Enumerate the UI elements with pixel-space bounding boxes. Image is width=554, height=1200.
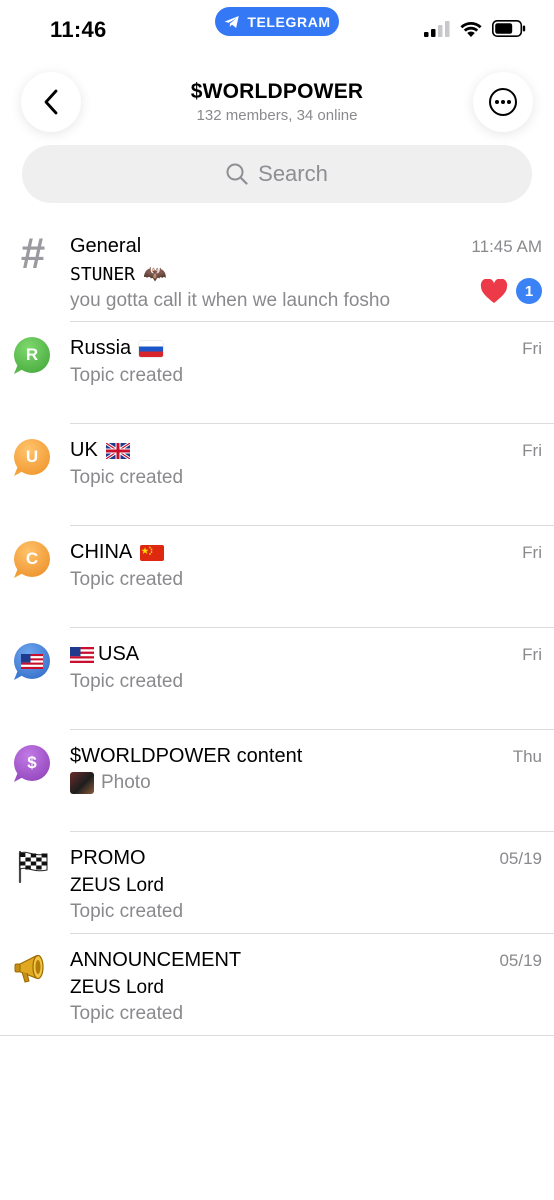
topic-preview: Topic created xyxy=(70,467,184,488)
cellular-signal-icon xyxy=(424,20,450,37)
topic-title: General xyxy=(70,235,142,257)
topic-preview: Topic created xyxy=(70,671,184,692)
megaphone-icon xyxy=(13,948,53,988)
status-time: 11:46 xyxy=(50,17,107,42)
unread-indicators: 1 xyxy=(480,278,542,304)
topic-title: Russia xyxy=(70,337,132,359)
topic-list: # General 11:45 AM 𝚂𝚃𝚄𝙽𝙴𝚁 🦇 you gotta ca… xyxy=(0,220,554,1036)
topic-preview: Topic created xyxy=(70,569,184,590)
topic-title: PROMO xyxy=(70,847,146,869)
topic-row-announcement[interactable]: ANNOUNCEMENT 05/19 ZEUS Lord Topic creat… xyxy=(0,934,554,1036)
topic-row-china[interactable]: C CHINA Fri Topic created xyxy=(0,526,554,628)
topic-row-general[interactable]: # General 11:45 AM 𝚂𝚃𝚄𝙽𝙴𝚁 🦇 you gotta ca… xyxy=(0,220,554,322)
topic-time: Fri xyxy=(522,339,542,358)
photo-thumbnail xyxy=(70,772,94,794)
topic-preview: Photo xyxy=(101,772,151,793)
topic-bubble-icon: U xyxy=(13,438,53,478)
ellipsis-circle-icon xyxy=(489,88,517,116)
search-input[interactable]: Search xyxy=(22,145,532,203)
topic-row-worldpower-content[interactable]: $ $WORLDPOWER content Thu Photo xyxy=(0,730,554,832)
topic-row-promo[interactable]: PROMO 05/19 ZEUS Lord Topic created xyxy=(0,832,554,934)
topic-bubble-icon: R xyxy=(13,336,53,376)
topic-bubble-icon: $ xyxy=(13,744,53,784)
topic-preview: Topic created xyxy=(70,1003,184,1024)
hashtag-icon: # xyxy=(20,229,46,278)
divider xyxy=(0,1035,554,1036)
topic-time: 11:45 AM xyxy=(471,237,542,256)
topic-time: Thu xyxy=(512,747,542,766)
checkered-flag-icon xyxy=(13,846,53,886)
topic-bubble-icon xyxy=(13,642,53,682)
topic-sender: 𝚂𝚃𝚄𝙽𝙴𝚁 xyxy=(70,263,136,285)
topic-title: UK xyxy=(70,439,98,461)
bat-emoji: 🦇 xyxy=(143,264,167,285)
battery-icon xyxy=(492,20,526,37)
topic-letter: C xyxy=(14,541,50,577)
us-flag-icon xyxy=(21,653,43,669)
us-flag-icon xyxy=(70,646,94,663)
topic-letter: U xyxy=(14,439,50,475)
russia-flag-icon xyxy=(139,340,164,357)
topic-row-russia[interactable]: R Russia Fri Topic created xyxy=(0,322,554,424)
status-bar: 11:46 TELEGRAM xyxy=(0,0,554,56)
topic-sender: ZEUS Lord xyxy=(70,977,164,998)
telegram-pill-label: TELEGRAM xyxy=(247,13,331,30)
unread-badge: 1 xyxy=(516,278,542,304)
topic-preview: Topic created xyxy=(70,901,184,922)
topic-time: Fri xyxy=(522,645,542,664)
status-icons xyxy=(424,20,526,37)
topic-title: CHINA xyxy=(70,541,133,563)
chat-header: $WORLDPOWER 132 members, 34 online xyxy=(0,70,554,134)
telegram-icon xyxy=(224,15,240,28)
topic-bubble-icon: C xyxy=(13,540,53,580)
group-title[interactable]: $WORLDPOWER xyxy=(0,80,554,104)
topic-title: USA xyxy=(98,643,140,665)
topic-row-usa[interactable]: USA Fri Topic created xyxy=(0,628,554,730)
topic-letter: R xyxy=(14,337,50,373)
heart-reaction-icon[interactable] xyxy=(480,278,508,304)
topic-sender: ZEUS Lord xyxy=(70,875,164,896)
search-placeholder: Search xyxy=(258,161,328,186)
china-flag-icon xyxy=(140,544,165,561)
topic-time: 05/19 xyxy=(499,951,542,970)
topic-title: ANNOUNCEMENT xyxy=(70,949,242,971)
topic-time: Fri xyxy=(522,441,542,460)
topic-preview: Topic created xyxy=(70,365,184,386)
topic-title: $WORLDPOWER content xyxy=(70,745,303,767)
more-options-button[interactable] xyxy=(473,72,533,132)
search-icon xyxy=(226,163,248,185)
topic-time: Fri xyxy=(522,543,542,562)
group-subtitle: 132 members, 34 online xyxy=(196,107,358,124)
topic-letter: $ xyxy=(14,745,50,781)
topic-preview: you gotta call it when we launch fosho xyxy=(70,290,391,311)
topic-time: 05/19 xyxy=(499,849,542,868)
topic-row-uk[interactable]: U UK Fri Topic created xyxy=(0,424,554,526)
telegram-pill[interactable]: TELEGRAM xyxy=(215,7,339,36)
wifi-icon xyxy=(460,22,482,37)
uk-flag-icon xyxy=(105,442,130,459)
